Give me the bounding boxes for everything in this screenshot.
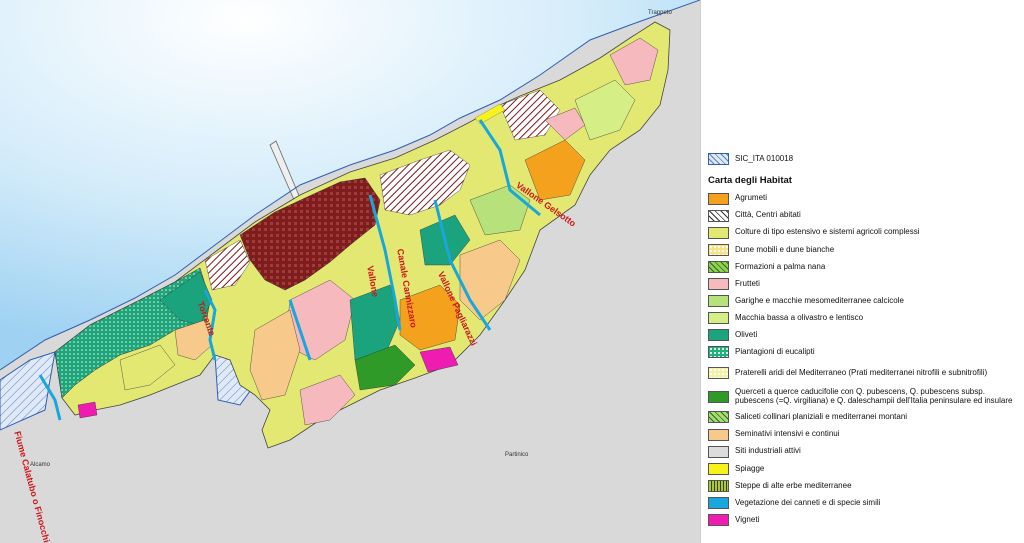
- legend-label: Oliveti: [735, 330, 758, 340]
- legend-label: Spiagge: [735, 463, 765, 473]
- legend-item[interactable]: Saliceti collinari planiziali e mediterr…: [708, 409, 1018, 426]
- place-label-alcamo: Alcamo: [30, 462, 51, 468]
- map-canvas: [0, 0, 700, 543]
- legend-swatch-icon: [708, 260, 729, 273]
- legend-swatch-icon: [708, 445, 729, 458]
- legend-label: Città, Centri abitati: [735, 210, 801, 220]
- legend-item[interactable]: Seminativi intensivi e continui: [708, 426, 1018, 443]
- legend-item[interactable]: Agrumeti: [708, 190, 1018, 207]
- legend-swatch-icon: [708, 411, 729, 424]
- legend-item[interactable]: Città, Centri abitati: [708, 207, 1018, 224]
- legend-swatch-icon: [708, 295, 729, 308]
- legend-swatch-icon: [708, 243, 729, 256]
- legend-swatch-icon: [708, 346, 729, 359]
- legend-title: Carta degli Habitat: [708, 175, 792, 186]
- legend-label: Frutteti: [735, 278, 760, 288]
- place-label-trappeto: Trappeto: [648, 10, 672, 16]
- legend-label: Saliceti collinari planiziali e mediterr…: [735, 412, 908, 422]
- legend: SIC_ITA 010018 Carta degli Habitat Agrum…: [708, 150, 1018, 529]
- legend-item[interactable]: Spiagge: [708, 460, 1018, 477]
- legend-item[interactable]: Dune mobili e dune bianche: [708, 241, 1018, 258]
- legend-item[interactable]: Frutteti: [708, 275, 1018, 292]
- legend-item[interactable]: Querceti a querce caducifolie con Q. pub…: [708, 385, 1018, 409]
- legend-label: Querceti a querce caducifolie con Q. pub…: [735, 387, 1013, 405]
- legend-label: Garighe e macchie mesomediterranee calci…: [735, 295, 904, 305]
- legend-swatch-icon: [708, 390, 729, 403]
- legend-item[interactable]: Oliveti: [708, 327, 1018, 344]
- legend-swatch-icon: [708, 312, 729, 325]
- habitat-map[interactable]: Trappeto Alcamo Partinico Fiume Calatubo…: [0, 0, 701, 543]
- legend-swatch-icon: [708, 209, 729, 222]
- legend-label: Formazioni a palma nana: [735, 261, 826, 271]
- legend-swatch-icon: [708, 496, 729, 509]
- legend-label: Vegetazione dei canneti e di specie simi…: [735, 497, 881, 507]
- legend-items: Agrumeti Città, Centri abitati Colture di …: [708, 190, 1018, 529]
- legend-label: Dune mobili e dune bianche: [735, 244, 835, 254]
- legend-swatch-icon: [708, 366, 729, 379]
- legend-label: Praterelli aridi del Mediterraneo (Prati…: [735, 367, 988, 377]
- place-label-partinico: Partinico: [505, 452, 529, 458]
- legend-swatch-icon: [708, 226, 729, 239]
- legend-item[interactable]: Steppe di alte erbe mediterranee: [708, 477, 1018, 494]
- legend-label: Seminativi intensivi e continui: [735, 429, 840, 439]
- sic-swatch-icon: [708, 153, 729, 165]
- legend-item-sic[interactable]: SIC_ITA 010018: [708, 150, 1018, 168]
- legend-swatch-icon: [708, 192, 729, 205]
- legend-label: Vigneti: [735, 514, 760, 524]
- legend-item[interactable]: Colture di tipo estensivo e sistemi agri…: [708, 224, 1018, 241]
- legend-item[interactable]: Vigneti: [708, 512, 1018, 529]
- legend-swatch-icon: [708, 479, 729, 492]
- legend-label: Siti industriali attivi: [735, 446, 801, 456]
- legend-swatch-icon: [708, 462, 729, 475]
- legend-item[interactable]: Praterelli aridi del Mediterraneo (Prati…: [708, 361, 1018, 385]
- legend-swatch-icon: [708, 278, 729, 291]
- legend-item[interactable]: Garighe e macchie mesomediterranee calci…: [708, 293, 1018, 310]
- legend-label: Piantagioni di eucalipti: [735, 347, 815, 357]
- legend-swatch-icon: [708, 514, 729, 527]
- legend-label: Steppe di alte erbe mediterranee: [735, 480, 852, 490]
- legend-item[interactable]: Siti industriali attivi: [708, 443, 1018, 460]
- legend-label: Colture di tipo estensivo e sistemi agri…: [735, 227, 920, 237]
- legend-item[interactable]: Formazioni a palma nana: [708, 258, 1018, 275]
- legend-item[interactable]: Piantagioni di eucalipti: [708, 344, 1018, 361]
- legend-item[interactable]: Vegetazione dei canneti e di specie simi…: [708, 494, 1018, 511]
- legend-swatch-icon: [708, 329, 729, 342]
- legend-swatch-icon: [708, 428, 729, 441]
- legend-label: SIC_ITA 010018: [735, 153, 794, 163]
- legend-item[interactable]: Macchia bassa a olivastro e lentisco: [708, 310, 1018, 327]
- legend-label: Macchia bassa a olivastro e lentisco: [735, 312, 864, 322]
- legend-label: Agrumeti: [735, 193, 768, 203]
